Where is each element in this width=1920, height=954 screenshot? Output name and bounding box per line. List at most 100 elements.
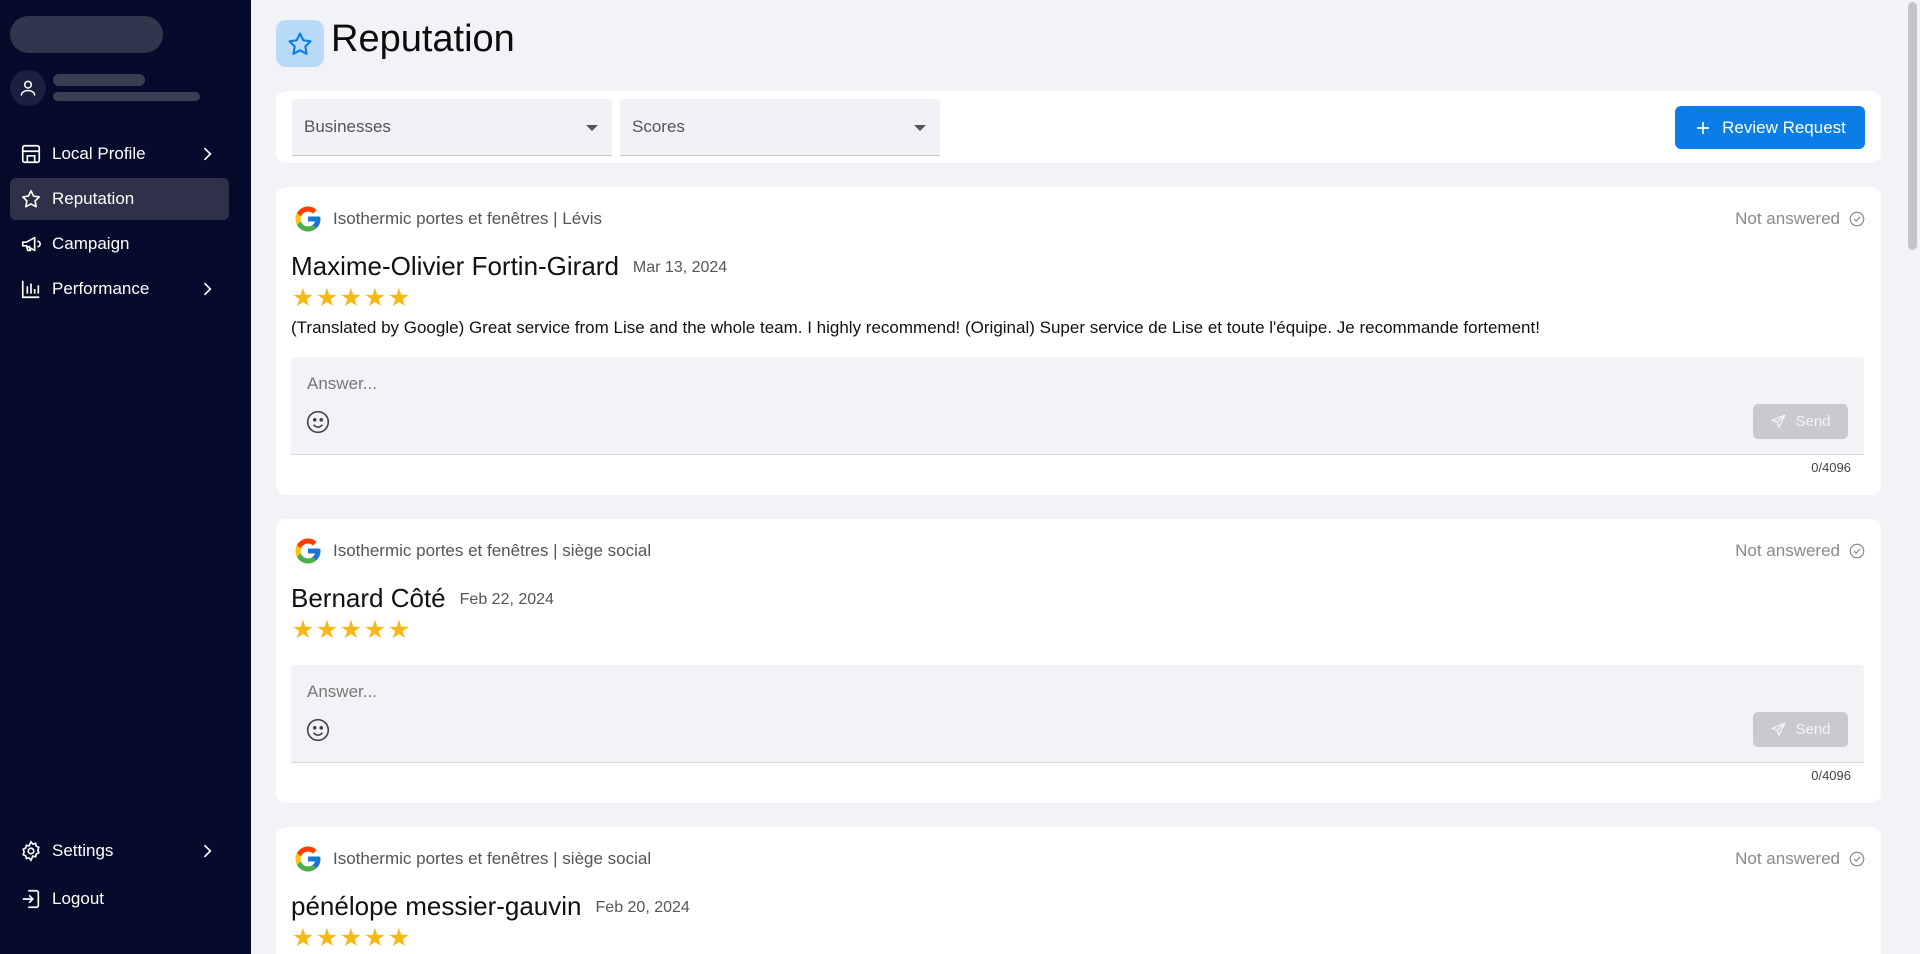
review-date: Mar 13, 2024: [632, 259, 728, 276]
review-card: Isothermic portes et fenêtres | siège so…: [276, 827, 1881, 954]
answer-status: Not answered: [1735, 541, 1866, 561]
star-icon: ★: [315, 924, 339, 952]
star-icon: ★: [291, 924, 315, 952]
google-icon: [295, 846, 321, 872]
star-icon: ★: [363, 284, 387, 312]
sidebar-item-settings[interactable]: Settings: [10, 830, 229, 872]
scrollbar-thumb[interactable]: [1908, 2, 1917, 250]
plus-icon: [1694, 119, 1712, 137]
answer-status: Not answered: [1735, 849, 1866, 869]
star-icon: ★: [291, 616, 315, 644]
caret-down-icon: [586, 125, 598, 131]
status-label: Not answered: [1735, 541, 1840, 560]
review-card: Isothermic portes et fenêtres | Lévis No…: [276, 187, 1881, 495]
answer-status: Not answered: [1735, 209, 1866, 229]
check-circle-icon: [1848, 210, 1866, 228]
char-counter: 0/4096: [1811, 460, 1851, 475]
star-icon: ★: [315, 616, 339, 644]
bar-chart-icon: [20, 278, 42, 300]
star-icon: ★: [387, 284, 411, 312]
business-name: Isothermic portes et fenêtres | siège so…: [333, 849, 652, 868]
scrollbar[interactable]: [1904, 0, 1920, 954]
sidebar-item-local-profile[interactable]: Local Profile: [10, 133, 229, 175]
reviewer-name-text: Maxime-Olivier Fortin-Girard: [291, 251, 619, 281]
check-circle-icon: [1848, 542, 1866, 560]
star-outline-icon: [276, 20, 324, 67]
main-content: Reputation Businesses Scores Review Requ…: [251, 0, 1920, 954]
businesses-select[interactable]: Businesses: [292, 99, 612, 156]
logo-placeholder: [10, 16, 163, 53]
sidebar-item-label: Performance: [52, 279, 150, 298]
star-icon: ★: [363, 616, 387, 644]
send-icon: [1770, 721, 1787, 738]
status-label: Not answered: [1735, 849, 1840, 868]
send-icon: [1770, 413, 1787, 430]
star-icon: ★: [315, 284, 339, 312]
store-icon: [20, 143, 42, 165]
answer-placeholder: Answer...: [307, 682, 377, 701]
review-date: Feb 20, 2024: [595, 899, 690, 916]
star-rating: ★ ★ ★ ★ ★: [291, 618, 411, 643]
answer-field[interactable]: Answer... Send: [291, 665, 1864, 763]
reviewer-name-text: pénélope messier-gauvin: [291, 891, 582, 921]
user-name-placeholder: [53, 74, 145, 86]
status-label: Not answered: [1735, 209, 1840, 228]
sidebar-item-label: Logout: [52, 889, 104, 908]
sidebar-item-performance[interactable]: Performance: [10, 268, 229, 310]
star-rating: ★ ★ ★ ★ ★: [291, 286, 411, 311]
google-icon: [295, 206, 321, 232]
sidebar-item-label: Campaign: [52, 234, 130, 253]
chevron-right-icon: [203, 147, 212, 161]
chevron-right-icon: [203, 282, 212, 296]
check-circle-icon: [1848, 850, 1866, 868]
filter-bar: Businesses Scores Review Request: [276, 91, 1881, 163]
star-icon: ★: [339, 616, 363, 644]
star-icon: ★: [291, 284, 315, 312]
review-card: Isothermic portes et fenêtres | siège so…: [276, 519, 1881, 803]
logout-icon: [20, 888, 42, 910]
star-rating: ★ ★ ★ ★ ★: [291, 926, 411, 951]
sidebar: Local Profile Reputation Campaign Perfor…: [0, 0, 251, 954]
business-name: Isothermic portes et fenêtres | siège so…: [333, 541, 652, 560]
star-outline-icon: [20, 188, 42, 210]
scores-select-placeholder: Scores: [632, 117, 685, 136]
reviewer-name: Maxime-Olivier Fortin-Girard Mar 13, 2024: [291, 251, 727, 282]
reviewer-name: pénélope messier-gauvin Feb 20, 2024: [291, 891, 690, 922]
reviewer-name-text: Bernard Côté: [291, 583, 446, 613]
send-label: Send: [1795, 721, 1831, 738]
answer-field[interactable]: Answer... Send: [291, 357, 1864, 455]
emoji-icon[interactable]: [305, 717, 331, 743]
megaphone-icon: [20, 233, 42, 255]
sidebar-item-label: Settings: [52, 841, 114, 860]
gear-icon: [20, 840, 42, 862]
star-icon: ★: [363, 924, 387, 952]
emoji-icon[interactable]: [305, 409, 331, 435]
reviewer-name: Bernard Côté Feb 22, 2024: [291, 583, 554, 614]
businesses-select-placeholder: Businesses: [304, 117, 391, 136]
star-icon: ★: [387, 616, 411, 644]
user-email-placeholder: [53, 92, 200, 101]
sidebar-item-campaign[interactable]: Campaign: [10, 223, 229, 265]
user-icon[interactable]: [10, 70, 46, 106]
star-icon: ★: [339, 924, 363, 952]
scores-select[interactable]: Scores: [620, 99, 940, 156]
char-counter: 0/4096: [1811, 768, 1851, 783]
send-button[interactable]: Send: [1753, 404, 1848, 439]
send-button[interactable]: Send: [1753, 712, 1848, 747]
google-icon: [295, 538, 321, 564]
chevron-right-icon: [203, 844, 212, 858]
business-name: Isothermic portes et fenêtres | Lévis: [333, 209, 602, 228]
review-request-label: Review Request: [1722, 117, 1846, 137]
sidebar-item-reputation[interactable]: Reputation: [10, 178, 229, 220]
review-date: Feb 22, 2024: [459, 591, 554, 608]
answer-placeholder: Answer...: [307, 374, 377, 393]
send-label: Send: [1795, 413, 1831, 430]
star-icon: ★: [387, 924, 411, 952]
star-icon: ★: [339, 284, 363, 312]
sidebar-item-logout[interactable]: Logout: [10, 878, 229, 920]
sidebar-item-label: Reputation: [52, 189, 135, 208]
review-request-button[interactable]: Review Request: [1675, 106, 1865, 149]
page-title: Reputation: [331, 18, 515, 60]
caret-down-icon: [914, 125, 926, 131]
sidebar-item-label: Local Profile: [52, 144, 146, 163]
